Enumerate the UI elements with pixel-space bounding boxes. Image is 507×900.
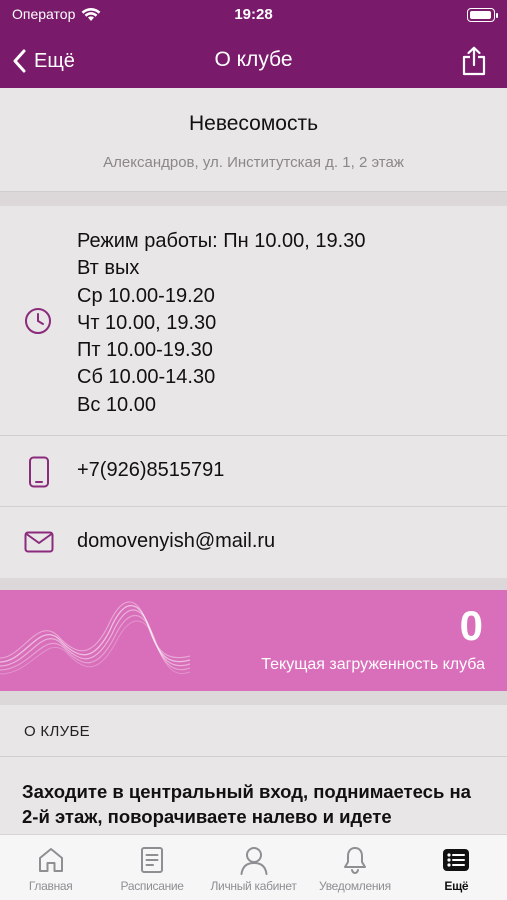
tab-label: Уведомления: [319, 879, 391, 893]
description-text: Заходите в центральный вход, поднимаетес…: [22, 781, 471, 827]
section-spacer: [0, 757, 507, 777]
tab-more[interactable]: Ещё: [406, 835, 507, 900]
email-address[interactable]: domovenyish@mail.ru: [77, 530, 275, 553]
club-description: Заходите в центральный вход, поднимаетес…: [0, 777, 507, 834]
tab-label: Расписание: [120, 879, 184, 893]
about-section-header: О КЛУБЕ: [0, 705, 507, 757]
navigation-bar: Ещё О клубе: [0, 34, 507, 88]
tab-home[interactable]: Главная: [0, 835, 101, 900]
hours-line: Чт 10.00, 19.30: [77, 311, 217, 334]
working-hours-row: Режим работы: Пн 10.00, 19.30 Вт вых Ср …: [0, 206, 507, 436]
tab-profile[interactable]: Личный кабинет: [203, 835, 304, 900]
section-separator: [0, 578, 507, 590]
status-bar: Оператор 19:28: [0, 0, 507, 34]
tab-bar: Главная Расписание Личный кабинет Уведом…: [0, 834, 507, 900]
hours-line: Пт 10.00-19.30: [77, 339, 213, 362]
section-separator: [0, 691, 507, 705]
tab-label: Ещё: [444, 879, 469, 893]
phone-number[interactable]: +7(926)8515791: [77, 459, 224, 482]
wave-decoration: [0, 601, 190, 675]
club-header: Невесомость Александров, ул. Институтска…: [0, 88, 507, 192]
club-load-banner: 0 Текущая загруженность клуба: [0, 590, 507, 691]
share-icon[interactable]: [461, 46, 487, 76]
load-label: Текущая загруженность клуба: [261, 656, 485, 673]
tab-label: Главная: [28, 879, 73, 893]
about-section-title: О КЛУБЕ: [24, 723, 90, 740]
phone-row[interactable]: +7(926)8515791: [0, 436, 507, 507]
hours-line: Сб 10.00-14.30: [77, 366, 216, 389]
schedule-icon: [141, 847, 164, 873]
club-address: Александров, ул. Институтская д. 1, 2 эт…: [103, 154, 404, 171]
tab-schedule[interactable]: Расписание: [101, 835, 202, 900]
battery-icon: [467, 8, 498, 22]
hours-line: Вт вых: [77, 257, 140, 280]
page-title: О клубе: [214, 48, 293, 71]
hours-line: Вс 10.00: [77, 393, 156, 416]
club-name: Невесомость: [188, 112, 319, 135]
tab-notifications[interactable]: Уведомления: [304, 835, 405, 900]
section-separator: [0, 192, 507, 206]
hours-line: Ср 10.00-19.20: [77, 284, 215, 307]
phone-icon: [29, 456, 49, 488]
status-time: 19:28: [234, 6, 273, 23]
hours-line: Режим работы: Пн 10.00, 19.30: [77, 230, 366, 252]
load-value: 0: [459, 602, 483, 649]
bell-icon: [343, 847, 366, 875]
mail-icon: [24, 531, 54, 553]
clock-icon: [25, 308, 51, 334]
more-list-icon: [443, 849, 470, 871]
email-row[interactable]: domovenyish@mail.ru: [0, 507, 507, 578]
home-icon: [38, 848, 63, 872]
profile-icon: [240, 847, 268, 875]
tab-label: Личный кабинет: [210, 879, 297, 893]
working-hours-text: Режим работы: Пн 10.00, 19.30 Вт вых Ср …: [77, 228, 365, 419]
